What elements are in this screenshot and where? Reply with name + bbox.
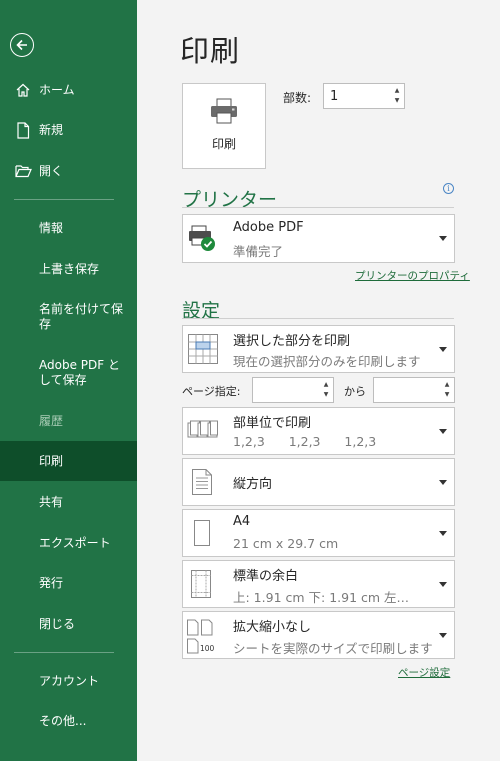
chevron-down-icon [439, 236, 447, 241]
sidebar-item-label: 名前を付けて保存 [39, 302, 124, 331]
chevron-down-icon [439, 347, 447, 352]
setting-title: A4 [233, 514, 251, 529]
sidebar-item-account[interactable]: アカウント [0, 671, 137, 691]
chevron-down-icon [439, 582, 447, 587]
sidebar-item-label: 情報 [39, 220, 64, 235]
sidebar-item-share[interactable]: 共有 [0, 492, 137, 512]
no-scaling-icon: 100 [186, 618, 220, 658]
sidebar-item-save-as[interactable]: 名前を付けて保存 [0, 300, 130, 334]
orientation-dropdown[interactable]: 縦方向 [182, 458, 455, 506]
sidebar-item-more[interactable]: その他... [0, 711, 137, 731]
sidebar-item-label: 開く [39, 163, 64, 178]
setting-title: 部単位で印刷 [233, 416, 312, 431]
sidebar-item-print[interactable]: 印刷 [0, 441, 137, 481]
sidebar-item-close[interactable]: 閉じる [0, 614, 137, 634]
sidebar-item-label: 閉じる [39, 616, 76, 631]
setting-title: 縦方向 [233, 477, 273, 492]
setting-subtitle: 上: 1.91 cm 下: 1.91 cm 左… [233, 590, 410, 605]
sidebar-item-label: 共有 [39, 494, 64, 509]
info-icon[interactable]: i [443, 183, 454, 194]
sidebar-divider [14, 199, 114, 200]
printer-dropdown[interactable]: Adobe PDF 準備完了 [182, 214, 455, 263]
backstage-sidebar: ホーム 新規 開く 情報 上書き保存 名前を付けて保存 Adobe PDF とし… [0, 0, 137, 761]
printer-properties-link[interactable]: プリンターのプロパティ [355, 268, 470, 283]
sidebar-item-save[interactable]: 上書き保存 [0, 259, 137, 279]
paper-size-dropdown[interactable]: A4 21 cm x 29.7 cm [182, 509, 455, 557]
printer-name: Adobe PDF [233, 220, 304, 235]
page-setup-link[interactable]: ページ設定 [398, 665, 450, 680]
sidebar-item-label: 印刷 [39, 453, 64, 468]
sidebar-item-label: 発行 [39, 575, 64, 590]
spin-up-icon[interactable]: ▲ [395, 87, 400, 95]
setting-subtitle: シートを実際のサイズで印刷します [233, 641, 433, 656]
pages-label: ページ指定: [182, 385, 241, 398]
printer-status: 準備完了 [233, 244, 284, 259]
pages-to-stepper[interactable]: ▲ ▼ [373, 377, 455, 403]
chevron-down-icon [439, 429, 447, 434]
setting-title: 選択した部分を印刷 [233, 334, 351, 349]
sidebar-item-label: 履歴 [39, 413, 64, 428]
print-button[interactable]: 印刷 [182, 83, 266, 169]
sidebar-item-publish[interactable]: 発行 [0, 573, 137, 593]
margins-icon [190, 569, 212, 603]
sidebar-item-save-as-adobe-pdf[interactable]: Adobe PDF として保存 [0, 356, 137, 390]
copies-stepper[interactable]: 1 ▲ ▼ [323, 83, 405, 109]
pages-from-stepper[interactable]: ▲ ▼ [252, 377, 334, 403]
pages-to-label: から [344, 385, 366, 398]
sidebar-item-open[interactable]: 開く [0, 161, 137, 181]
margins-dropdown[interactable]: 標準の余白 上: 1.91 cm 下: 1.91 cm 左… [182, 560, 455, 608]
sidebar-item-history[interactable]: 履歴 [0, 411, 137, 431]
spin-down-icon[interactable]: ▼ [324, 391, 329, 399]
spin-down-icon[interactable]: ▼ [445, 391, 450, 399]
spin-up-icon[interactable]: ▲ [445, 381, 450, 389]
portrait-icon [191, 468, 213, 500]
collation-dropdown[interactable]: 部単位で印刷 1,2,3 1,2,3 1,2,3 [182, 407, 455, 455]
sidebar-item-home[interactable]: ホーム [0, 80, 137, 100]
setting-subtitle: 1,2,3 1,2,3 1,2,3 [233, 434, 377, 449]
sidebar-item-new[interactable]: 新規 [0, 120, 137, 140]
spin-down-icon[interactable]: ▼ [395, 97, 400, 105]
printer-ready-icon [187, 224, 219, 258]
setting-subtitle: 現在の選択部分のみを印刷します [233, 354, 421, 369]
sidebar-item-label: 新規 [39, 122, 64, 137]
sidebar-item-label: Adobe PDF として保存 [39, 358, 120, 387]
page-title: 印刷 [180, 34, 241, 68]
sidebar-item-label: エクスポート [39, 535, 111, 550]
home-icon [14, 81, 32, 99]
paper-size-icon [193, 519, 211, 551]
collated-icon [187, 419, 219, 447]
open-folder-icon [14, 162, 32, 180]
setting-title: 拡大縮小なし [233, 620, 312, 635]
chevron-down-icon [439, 633, 447, 638]
section-divider [182, 318, 454, 319]
chevron-down-icon [439, 480, 447, 485]
copies-label: 部数: [283, 91, 312, 105]
print-selection-icon [187, 333, 219, 369]
print-button-label: 印刷 [211, 137, 236, 151]
sidebar-item-export[interactable]: エクスポート [0, 533, 137, 553]
svg-text:100: 100 [200, 644, 215, 653]
copies-value: 1 [330, 89, 339, 104]
sidebar-item-label: その他... [39, 713, 87, 728]
sidebar-item-label: 上書き保存 [39, 261, 100, 276]
spin-up-icon[interactable]: ▲ [324, 381, 329, 389]
section-divider [182, 207, 454, 208]
setting-subtitle: 21 cm x 29.7 cm [233, 536, 339, 551]
back-arrow-icon[interactable] [10, 33, 34, 57]
printer-icon [209, 98, 239, 128]
sidebar-divider [14, 652, 114, 653]
sidebar-item-info[interactable]: 情報 [0, 218, 137, 238]
print-what-dropdown[interactable]: 選択した部分を印刷 現在の選択部分のみを印刷します [182, 325, 455, 373]
sidebar-item-label: アカウント [39, 673, 100, 688]
setting-title: 標準の余白 [233, 569, 299, 584]
new-doc-icon [14, 121, 32, 139]
chevron-down-icon [439, 531, 447, 536]
scaling-dropdown[interactable]: 100 拡大縮小なし シートを実際のサイズで印刷します [182, 611, 455, 659]
sidebar-item-label: ホーム [39, 82, 75, 97]
